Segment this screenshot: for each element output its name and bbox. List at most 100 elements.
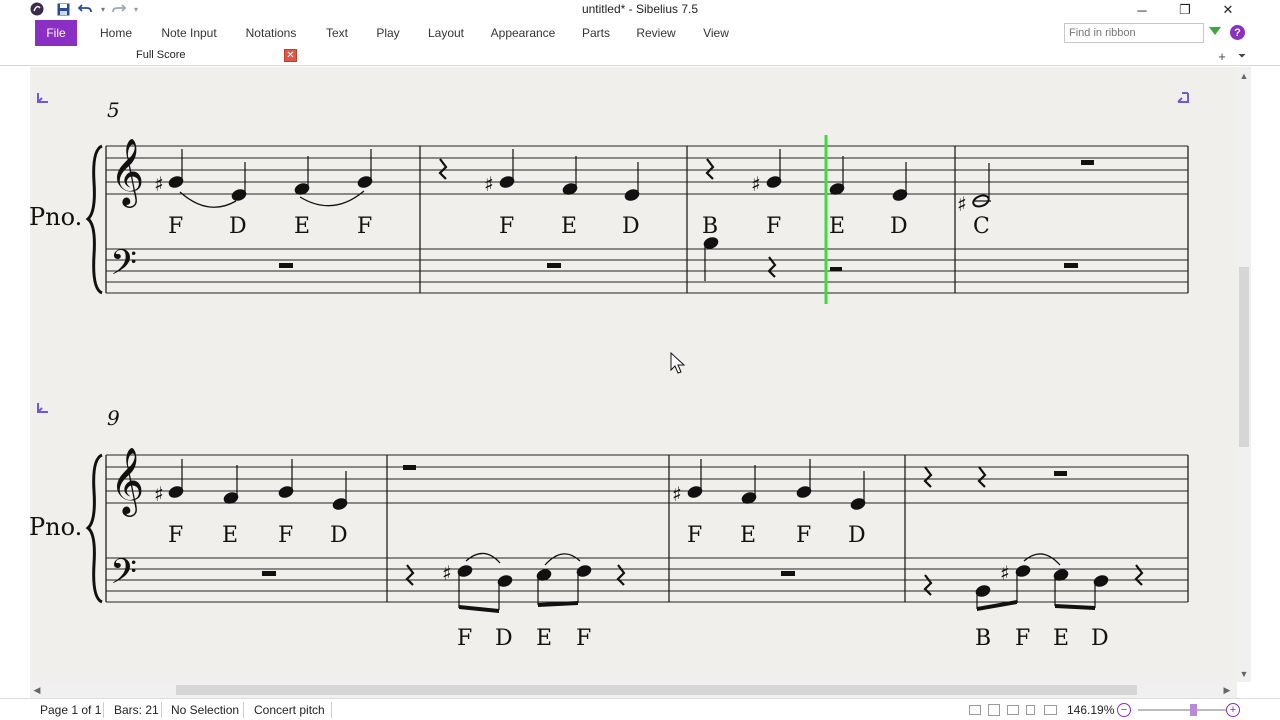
vertical-scroll-thumb[interactable] (1239, 267, 1249, 447)
note-label: F (499, 214, 514, 239)
note-label: E (294, 214, 310, 239)
note-label: E (222, 523, 238, 548)
zoom-in-icon[interactable]: + (1226, 703, 1240, 717)
system-2: 9 Pno. 𝄞 𝄢 ♯ ♯ ♯ ♯ F E F D F E F D F D E… (29, 403, 1189, 651)
view-spreads-vertical-icon[interactable] (988, 704, 1000, 716)
svg-text:♯: ♯ (442, 561, 452, 585)
note-label: F (357, 214, 372, 239)
note-label: F (168, 214, 183, 239)
scroll-right-icon[interactable]: ▶ (1220, 682, 1234, 698)
bar-number: 5 (107, 98, 120, 122)
view-spreads-horizontal-icon[interactable] (969, 705, 981, 715)
zoom-slider-thumb[interactable] (1190, 704, 1197, 716)
tab-note-input[interactable]: Note Input (156, 20, 222, 46)
window-title: untitled* - Sibelius 7.5 (581, 2, 699, 16)
note-label: D (495, 626, 513, 651)
system-break-icon[interactable] (1177, 92, 1189, 103)
note-label: B (702, 214, 718, 239)
treble-clef: 𝄞 (110, 137, 144, 208)
status-bar: Page 1 of 1 Bars: 21 No Selection Concer… (0, 698, 1280, 720)
note-label: C (973, 214, 990, 239)
title-bar: ▾ ▾ untitled* - Sibelius 7.5 ─ ❐ ✕ (0, 0, 1280, 20)
treble-clef: 𝄞 (110, 446, 144, 517)
tab-home[interactable]: Home (94, 20, 138, 46)
minimize-ribbon-icon[interactable] (1209, 27, 1221, 35)
minimize-button[interactable]: ─ (1120, 0, 1164, 20)
zoom-out-icon[interactable]: − (1117, 703, 1131, 717)
svg-text:♯: ♯ (154, 172, 164, 196)
note-label: F (796, 523, 811, 548)
sibelius-window: ▾ ▾ untitled* - Sibelius 7.5 ─ ❐ ✕ File … (0, 0, 1280, 720)
note-label: B (975, 626, 991, 651)
bar-number: 9 (107, 406, 120, 430)
concert-pitch-status[interactable]: Concert pitch (254, 703, 325, 719)
help-button[interactable]: ? (1230, 25, 1245, 40)
tab-appearance[interactable]: Appearance (488, 20, 558, 46)
bass-clef: 𝄢 (110, 242, 137, 291)
view-single-pages-icon[interactable] (1007, 705, 1019, 715)
note-label: F (766, 214, 781, 239)
mouse-cursor (670, 351, 686, 374)
tab-file[interactable]: File (35, 20, 77, 46)
svg-text:♯: ♯ (484, 172, 494, 196)
svg-text:♯: ♯ (672, 482, 682, 506)
scroll-left-icon[interactable]: ◀ (30, 682, 44, 698)
selection-status: No Selection (171, 703, 240, 717)
find-in-ribbon-input[interactable] (1064, 23, 1204, 43)
new-tab-plus-icon[interactable]: + (1214, 48, 1230, 64)
note-label: E (740, 523, 756, 548)
tab-text[interactable]: Text (320, 20, 354, 46)
system-1: 5 Pno. 𝄞 𝄢 ♯ ♯ ♯ ♯ F D E F F E D B F E D… (29, 92, 1189, 304)
note-label: D (890, 214, 908, 239)
tab-play[interactable]: Play (372, 20, 404, 46)
instrument-name: Pno. (29, 513, 82, 541)
bars-status: Bars: 21 (114, 703, 159, 717)
page-status: Page 1 of 1 (40, 703, 102, 717)
score-notation: 5 Pno. 𝄞 𝄢 ♯ ♯ ♯ ♯ F D E F F E D B F E D… (29, 92, 1189, 651)
note-label: F (457, 626, 472, 651)
note-label: D (848, 523, 866, 548)
full-score-label: Full Score (136, 49, 186, 61)
svg-text:♯: ♯ (1000, 561, 1010, 585)
note-label: D (229, 214, 247, 239)
note-label: E (561, 214, 577, 239)
tab-parts[interactable]: Parts (576, 20, 616, 46)
note-label: F (278, 523, 293, 548)
scroll-up-icon[interactable]: ▲ (1237, 69, 1251, 83)
score-canvas[interactable]: 5 Pno. 𝄞 𝄢 ♯ ♯ ♯ ♯ F D E F F E D B F E D… (0, 67, 1237, 682)
tab-notations[interactable]: Notations (240, 20, 302, 46)
zoom-slider[interactable] (1138, 709, 1226, 711)
system-break-icon[interactable] (37, 93, 48, 103)
horizontal-scrollbar[interactable]: ◀ ▶ (30, 682, 1237, 698)
note-label: F (1015, 626, 1030, 651)
vertical-scrollbar[interactable]: ▲ ▼ (1237, 67, 1251, 682)
svg-text:♯: ♯ (154, 482, 164, 506)
tab-menu-icon[interactable]: ⏷ (1234, 48, 1250, 64)
svg-text:♯: ♯ (751, 172, 761, 196)
bass-clef: 𝄢 (110, 551, 137, 600)
note-label: D (330, 523, 348, 548)
tab-full-score[interactable]: Full Score ✕ (30, 46, 304, 66)
tab-view[interactable]: View (696, 20, 736, 46)
zoom-level: 146.19% (1067, 703, 1115, 717)
note-label: D (622, 214, 640, 239)
close-window-button[interactable]: ✕ (1206, 0, 1250, 20)
svg-text:♯: ♯ (957, 192, 967, 216)
restore-button[interactable]: ❐ (1163, 0, 1207, 20)
note-label: F (576, 626, 591, 651)
note-label: E (536, 626, 552, 651)
note-label: E (1053, 626, 1069, 651)
tab-review[interactable]: Review (634, 20, 678, 46)
view-panorama-icon[interactable] (1044, 705, 1057, 715)
close-tab-icon[interactable]: ✕ (284, 49, 297, 62)
scroll-down-icon[interactable]: ▼ (1237, 667, 1251, 681)
note-label: D (1091, 626, 1109, 651)
view-page-icon[interactable] (1026, 705, 1035, 715)
horizontal-scroll-thumb[interactable] (176, 685, 1137, 695)
note-label: F (687, 523, 702, 548)
piano-brace (85, 144, 103, 295)
ribbon-tabs: File Home Note Input Notations Text Play… (0, 20, 1280, 46)
tab-layout[interactable]: Layout (422, 20, 470, 46)
system-break-icon[interactable] (37, 403, 48, 413)
note-label: F (168, 523, 183, 548)
